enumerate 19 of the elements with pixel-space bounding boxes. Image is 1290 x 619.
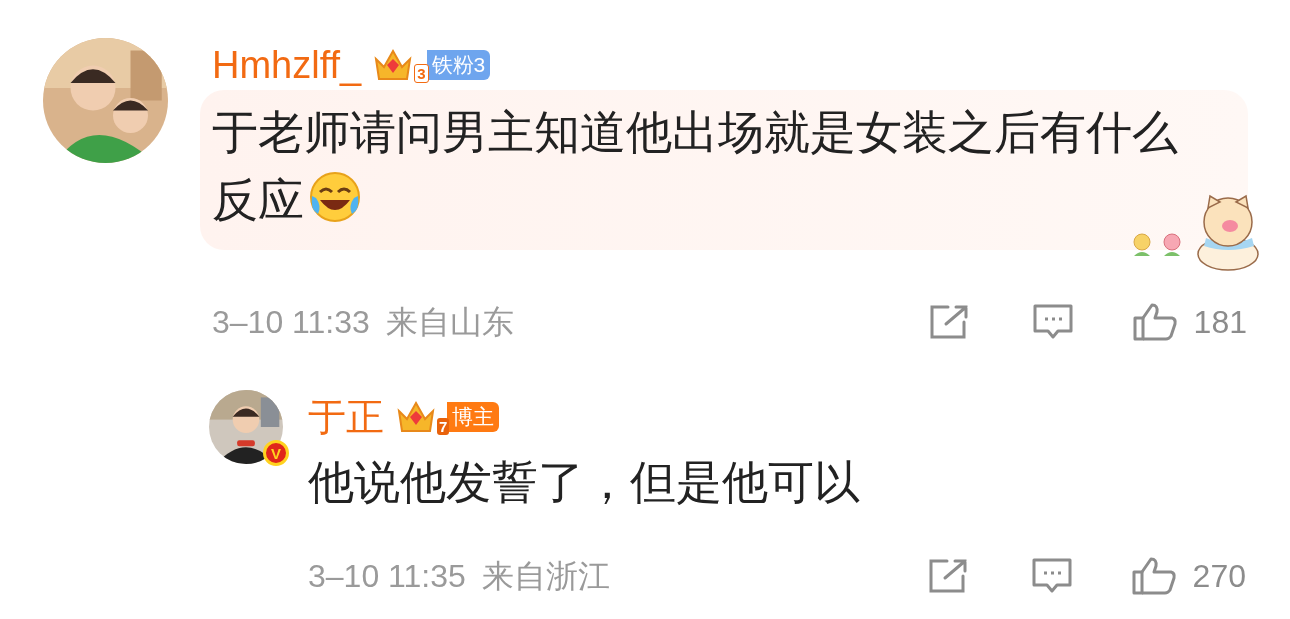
level-number: 7 [437, 418, 450, 435]
like-count: 181 [1193, 303, 1247, 342]
level-number: 3 [414, 64, 429, 83]
post-time: 3–10 11:33 [212, 303, 370, 342]
post-location: 来自浙江 [481, 557, 610, 596]
username[interactable]: Hmhzlff_ [212, 42, 362, 88]
like-count: 270 [1192, 557, 1246, 596]
like-icon[interactable] [1130, 556, 1177, 596]
comment-text: 于老师请问男主知道他出场就是女装之后有什么反应 [212, 105, 1179, 228]
post-location: 来自山东 [385, 303, 514, 342]
post-time: 3–10 11:35 [308, 557, 466, 596]
comment-icon[interactable] [1031, 303, 1074, 341]
author-badge: 博主 [447, 402, 500, 432]
comment-text: 他说他发誓了，但是他可以 [308, 455, 861, 510]
username[interactable]: 于正 [308, 394, 384, 440]
comment-icon[interactable] [1030, 557, 1073, 595]
verified-badge: V [263, 440, 289, 466]
like-icon[interactable] [1131, 302, 1178, 342]
fan-badge: 铁粉3 [426, 50, 491, 80]
